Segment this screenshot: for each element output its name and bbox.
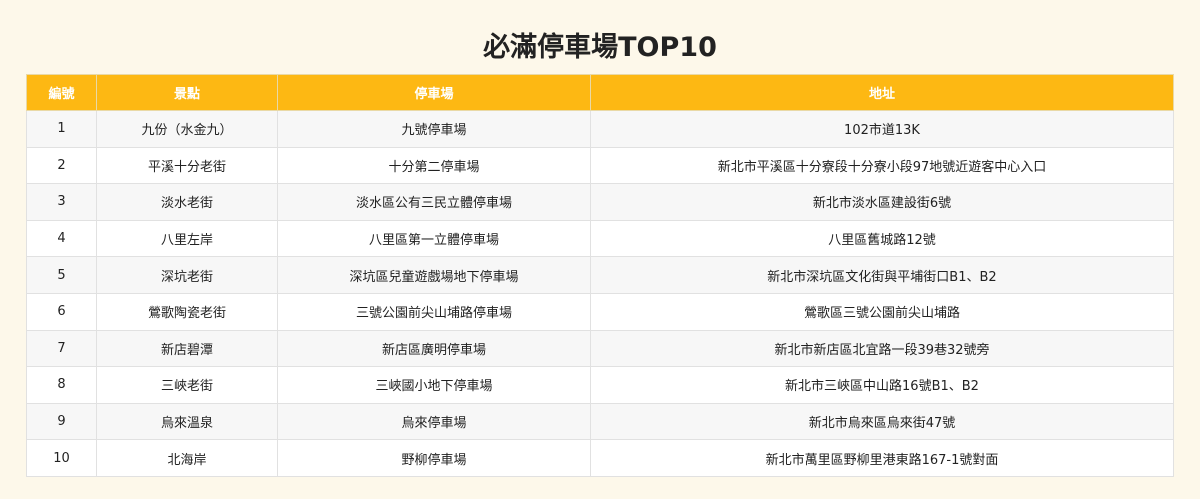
cell-number: 6 [26,292,97,331]
column-header-parking: 停車場 [277,74,591,111]
cell-spot: 鶯歌陶瓷老街 [96,292,278,331]
cell-parking: 十分第二停車場 [277,146,591,185]
cell-spot: 烏來溫泉 [96,402,278,441]
page: 必滿停車場TOP10 編號 景點 停車場 地址 1 九份（水金九） 九號停車場 102… [0,0,1200,499]
column-header-number: 編號 [26,74,97,111]
table-row: 4 八里左岸 八里區第一立體停車場 八里區舊城路12號 [26,219,1174,258]
table-row: 9 烏來溫泉 烏來停車場 新北市烏來區烏來街47號 [26,402,1174,441]
cell-parking: 三號公園前尖山埔路停車場 [277,292,591,331]
table-row: 6 鶯歌陶瓷老街 三號公園前尖山埔路停車場 鶯歌區三號公園前尖山埔路 [26,292,1174,331]
cell-address: 新北市淡水區建設街6號 [590,183,1174,221]
cell-spot: 八里左岸 [96,219,278,258]
cell-number: 1 [26,110,97,148]
cell-number: 4 [26,219,97,258]
cell-parking: 八里區第一立體停車場 [277,219,591,258]
cell-parking: 烏來停車場 [277,402,591,441]
cell-spot: 三峽老街 [96,366,278,404]
cell-address: 新北市新店區北宜路一段39巷32號旁 [590,329,1174,368]
table-row: 8 三峽老街 三峽國小地下停車場 新北市三峽區中山路16號B1、B2 [26,366,1174,404]
cell-number: 7 [26,329,97,368]
cell-address: 新北市平溪區十分寮段十分寮小段97地號近遊客中心入口 [590,146,1174,185]
table-row: 2 平溪十分老街 十分第二停車場 新北市平溪區十分寮段十分寮小段97地號近遊客中心入口 [26,146,1174,185]
cell-number: 3 [26,183,97,221]
cell-parking: 三峽國小地下停車場 [277,366,591,404]
parking-table: 編號 景點 停車場 地址 1 九份（水金九） 九號停車場 102市道13K 2 平溪十分老… [26,74,1174,477]
table-row: 10 北海岸 野柳停車場 新北市萬里區野柳里港東路167-1號對面 [26,439,1174,477]
cell-spot: 北海岸 [96,439,278,477]
table-row: 7 新店碧潭 新店區廣明停車場 新北市新店區北宜路一段39巷32號旁 [26,329,1174,368]
cell-number: 8 [26,366,97,404]
cell-address: 新北市萬里區野柳里港東路167-1號對面 [590,439,1174,477]
cell-spot: 新店碧潭 [96,329,278,368]
cell-number: 2 [26,146,97,185]
table-row: 5 深坑老街 深坑區兒童遊戲場地下停車場 新北市深坑區文化街與平埔街口B1、B2 [26,256,1174,294]
table-body: 1 九份（水金九） 九號停車場 102市道13K 2 平溪十分老街 十分第二停車場 新北市平溪… [26,110,1174,477]
cell-parking: 淡水區公有三民立體停車場 [277,183,591,221]
cell-number: 10 [26,439,97,477]
cell-address: 新北市三峽區中山路16號B1、B2 [590,366,1174,404]
cell-address: 鶯歌區三號公園前尖山埔路 [590,292,1174,331]
column-header-address: 地址 [590,74,1174,111]
column-header-spot: 景點 [96,74,278,111]
cell-parking: 深坑區兒童遊戲場地下停車場 [277,256,591,294]
cell-spot: 淡水老街 [96,183,278,221]
cell-parking: 九號停車場 [277,110,591,148]
cell-address: 102市道13K [590,110,1174,148]
cell-number: 9 [26,402,97,441]
page-title: 必滿停車場TOP10 [483,32,717,63]
table-row: 1 九份（水金九） 九號停車場 102市道13K [26,110,1174,148]
cell-spot: 平溪十分老街 [96,146,278,185]
table-row: 3 淡水老街 淡水區公有三民立體停車場 新北市淡水區建設街6號 [26,183,1174,221]
cell-address: 新北市深坑區文化街與平埔街口B1、B2 [590,256,1174,294]
cell-number: 5 [26,256,97,294]
cell-parking: 野柳停車場 [277,439,591,477]
table-header-row: 編號 景點 停車場 地址 [26,74,1174,111]
cell-address: 八里區舊城路12號 [590,219,1174,258]
cell-parking: 新店區廣明停車場 [277,329,591,368]
cell-address: 新北市烏來區烏來街47號 [590,402,1174,441]
cell-spot: 深坑老街 [96,256,278,294]
cell-spot: 九份（水金九） [96,110,278,148]
